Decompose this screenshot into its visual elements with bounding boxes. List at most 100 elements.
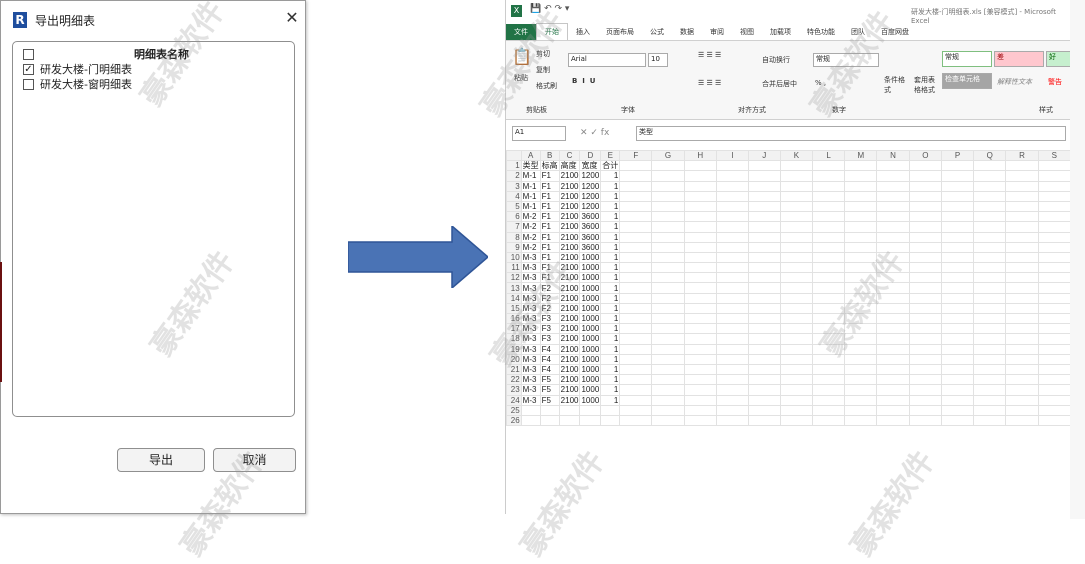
table-cell[interactable] (779, 343, 814, 355)
table-cell[interactable] (812, 302, 846, 315)
row-header[interactable]: 13 (506, 282, 522, 294)
table-cell[interactable] (812, 251, 846, 264)
table-cell[interactable]: F5 (539, 374, 560, 386)
tab-data[interactable]: 数据 (672, 24, 702, 40)
table-cell[interactable] (600, 404, 621, 416)
table-cell[interactable] (651, 414, 685, 427)
table-cell[interactable] (812, 241, 846, 253)
table-cell[interactable] (747, 200, 781, 213)
table-cell[interactable] (908, 272, 942, 284)
table-cell[interactable] (844, 292, 878, 304)
table-cell[interactable] (715, 272, 749, 284)
table-cell[interactable] (876, 374, 910, 386)
table-cell[interactable]: 1200 (579, 180, 602, 192)
table-cell[interactable] (1005, 414, 1039, 427)
tab-insert[interactable]: 插入 (568, 24, 598, 40)
table-cell[interactable]: F1 (539, 211, 560, 223)
table-cell[interactable] (1037, 282, 1071, 294)
table-cell[interactable] (747, 211, 781, 223)
item-checkbox[interactable] (23, 78, 34, 90)
table-cell[interactable] (619, 272, 653, 284)
table-cell[interactable]: F1 (539, 231, 560, 243)
table-cell[interactable]: 2100 (558, 251, 581, 264)
table-cell[interactable]: 1 (600, 170, 621, 182)
table-cell[interactable]: 2100 (558, 200, 581, 213)
table-cell[interactable] (940, 323, 975, 335)
table-cell[interactable] (812, 231, 846, 243)
table-cell[interactable] (812, 211, 846, 223)
table-cell[interactable] (973, 374, 1007, 386)
table-cell[interactable] (715, 353, 749, 365)
table-cell[interactable] (908, 394, 942, 406)
number-format-select[interactable]: 常规 (813, 53, 879, 67)
table-cell[interactable]: 1000 (579, 302, 602, 315)
table-cell[interactable] (876, 384, 910, 396)
table-cell[interactable] (779, 251, 814, 264)
table-cell[interactable]: F2 (539, 292, 560, 304)
table-cell[interactable] (779, 221, 814, 233)
table-cell[interactable] (812, 333, 846, 345)
table-cell[interactable]: 2100 (558, 211, 581, 223)
row-header[interactable]: 11 (506, 262, 522, 274)
table-cell[interactable]: 1 (600, 292, 621, 304)
table-cell[interactable] (715, 241, 749, 253)
table-cell[interactable]: 类型 (520, 160, 541, 172)
table-cell[interactable] (973, 292, 1007, 304)
table-cell[interactable] (973, 302, 1007, 315)
table-cell[interactable]: 1000 (579, 262, 602, 274)
table-cell[interactable] (683, 363, 717, 376)
table-cell[interactable] (747, 302, 781, 315)
table-cell[interactable] (683, 292, 717, 304)
table-cell[interactable] (973, 200, 1007, 213)
column-header[interactable]: R (1005, 149, 1039, 162)
table-cell[interactable] (876, 414, 910, 427)
table-cell[interactable] (908, 211, 942, 223)
column-header[interactable]: N (876, 149, 910, 162)
table-cell[interactable] (520, 404, 541, 416)
table-cell[interactable] (715, 312, 749, 325)
row-header[interactable]: 3 (506, 180, 522, 192)
table-cell[interactable] (940, 241, 975, 253)
row-header[interactable]: 22 (506, 374, 522, 386)
table-cell[interactable] (651, 292, 685, 304)
table-cell[interactable] (558, 414, 581, 427)
table-cell[interactable] (683, 353, 717, 365)
table-cell[interactable] (651, 231, 685, 243)
table-cell[interactable] (747, 363, 781, 376)
table-cell[interactable] (651, 312, 685, 325)
table-cell[interactable] (683, 414, 717, 427)
table-cell[interactable] (651, 343, 685, 355)
table-cell[interactable] (940, 272, 975, 284)
list-item[interactable]: 研发大楼-窗明细表 (23, 76, 132, 92)
list-item[interactable]: ✓ 研发大楼-门明细表 (23, 61, 132, 77)
row-header[interactable]: 4 (506, 190, 522, 202)
table-cell[interactable] (908, 353, 942, 365)
column-header[interactable]: B (539, 149, 560, 162)
table-cell[interactable] (651, 211, 685, 223)
table-cell[interactable] (651, 272, 685, 284)
table-cell[interactable] (715, 200, 749, 213)
table-cell[interactable] (779, 211, 814, 223)
select-all-checkbox[interactable] (23, 48, 34, 60)
row-header[interactable]: 19 (506, 343, 522, 355)
table-cell[interactable]: M-3 (520, 353, 541, 365)
table-cell[interactable] (1005, 312, 1039, 325)
table-cell[interactable] (651, 160, 685, 172)
table-cell[interactable] (844, 404, 878, 416)
table-cell[interactable] (747, 374, 781, 386)
table-cell[interactable] (651, 374, 685, 386)
table-cell[interactable]: 高度 (558, 160, 581, 172)
table-cell[interactable] (876, 323, 910, 335)
table-cell[interactable] (1037, 343, 1071, 355)
row-header[interactable]: 20 (506, 353, 522, 365)
table-cell[interactable] (747, 323, 781, 335)
table-cell[interactable] (1037, 241, 1071, 253)
table-cell[interactable] (747, 384, 781, 396)
table-cell[interactable] (973, 333, 1007, 345)
table-cell[interactable]: M-2 (520, 241, 541, 253)
table-cell[interactable] (747, 282, 781, 294)
table-cell[interactable]: M-3 (520, 343, 541, 355)
table-cell[interactable]: F5 (539, 384, 560, 396)
table-cell[interactable]: 1 (600, 302, 621, 315)
table-cell[interactable]: F3 (539, 333, 560, 345)
